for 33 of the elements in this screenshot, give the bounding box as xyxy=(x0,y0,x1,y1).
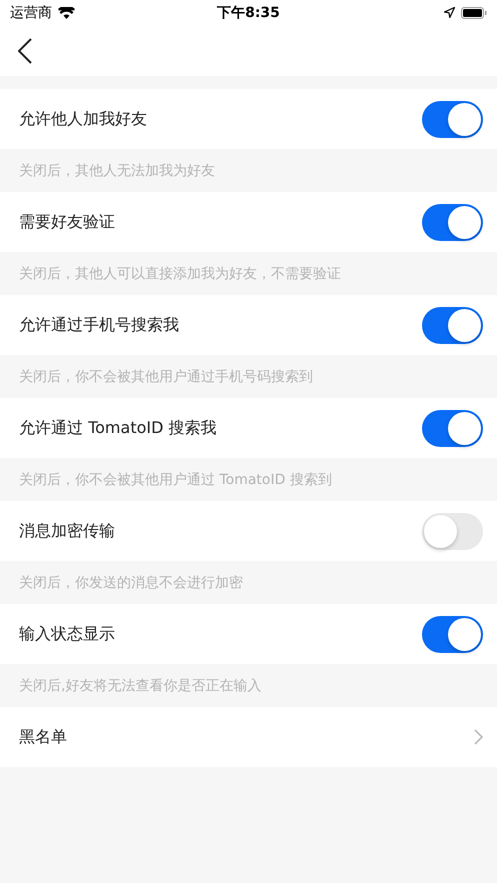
settings-row[interactable]: 黑名单 xyxy=(0,707,497,767)
toggle-switch[interactable] xyxy=(422,100,483,138)
setting-label: 黑名单 xyxy=(19,726,67,748)
setting-label: 消息加密传输 xyxy=(19,520,115,542)
wifi-icon xyxy=(58,6,75,18)
clock-time: 下午8:35 xyxy=(217,4,280,22)
location-arrow-icon xyxy=(444,7,455,18)
setting-label: 输入状态显示 xyxy=(19,624,115,644)
setting-label: 需要好友验证 xyxy=(19,212,115,232)
setting-hint: 关闭后，你不会被其他用户通过手机号码搜索到 xyxy=(19,368,313,386)
settings-row[interactable]: 输入状态显示 xyxy=(0,604,497,664)
toggle-switch[interactable] xyxy=(422,204,483,240)
toggle-switch[interactable] xyxy=(422,616,483,652)
battery-icon xyxy=(461,6,487,18)
settings-row[interactable]: 需要好友验证 xyxy=(0,192,497,252)
toggle-switch[interactable] xyxy=(422,410,483,446)
setting-hint: 关闭后，你发送的消息不会进行加密 xyxy=(19,574,243,592)
settings-row[interactable]: 允许他人加我好友 xyxy=(0,89,497,149)
setting-label: 允许通过 TomatoID 搜索我 xyxy=(19,418,217,438)
settings-row[interactable]: 允许通过 TomatoID 搜索我 xyxy=(0,398,497,458)
settings-row[interactable]: 允许通过手机号搜索我 xyxy=(0,295,497,355)
toggle-switch[interactable] xyxy=(422,512,483,550)
setting-hint: 关闭后，你不会被其他用户通过 TomatoID 搜索到 xyxy=(19,470,332,488)
chevron-right-icon xyxy=(474,729,483,745)
setting-label: 允许他人加我好友 xyxy=(19,108,147,130)
setting-hint: 关闭后,好友将无法查看你是否正在输入 xyxy=(19,676,262,694)
carrier-name: 运营商 xyxy=(10,4,52,22)
setting-label: 允许通过手机号搜索我 xyxy=(19,314,179,336)
setting-hint: 关闭后，其他人可以直接添加我为好友，不需要验证 xyxy=(19,264,341,282)
back-icon[interactable] xyxy=(18,38,32,64)
settings-row[interactable]: 消息加密传输 xyxy=(0,501,497,561)
toggle-switch[interactable] xyxy=(422,306,483,344)
setting-hint: 关闭后，其他人无法加我为好友 xyxy=(19,162,215,180)
